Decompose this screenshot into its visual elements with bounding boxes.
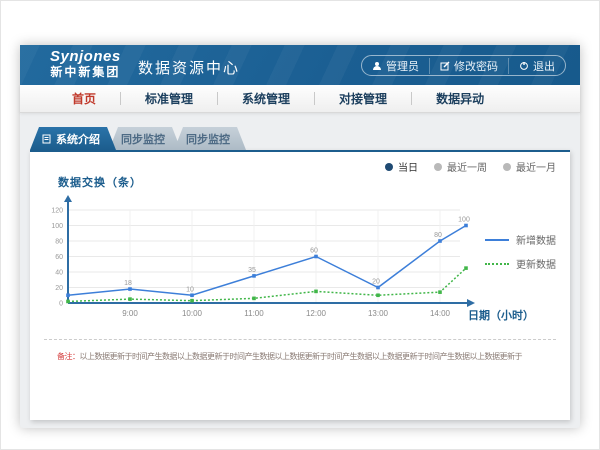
svg-text:12:00: 12:00 [306, 309, 327, 318]
radio-last-month-label: 最近一月 [516, 159, 556, 174]
tab-bar: 系统介绍 同步监控 同步监控 [30, 127, 246, 150]
nav-item-home[interactable]: 首页 [48, 90, 120, 107]
chart-legend: 新增数据 更新数据 [485, 232, 556, 271]
time-range-filter: 当日 最近一周 最近一月 [385, 159, 556, 174]
change-password-label: 修改密码 [454, 58, 498, 74]
radio-last-week-label: 最近一周 [447, 159, 487, 174]
svg-text:11:00: 11:00 [244, 309, 264, 318]
svg-text:9:00: 9:00 [122, 309, 138, 318]
svg-text:18: 18 [124, 280, 132, 287]
svg-text:120: 120 [51, 208, 63, 215]
y-axis-title: 数据交换（条） [58, 174, 142, 190]
svg-text:80: 80 [434, 232, 442, 239]
admin-user-label: 管理员 [386, 58, 419, 74]
svg-text:100: 100 [458, 217, 470, 224]
page-title: 数据资源中心 [138, 57, 240, 78]
nav-item-standard-management[interactable]: 标准管理 [121, 90, 217, 107]
user-menu: 管理员 修改密码 退出 [361, 55, 566, 76]
svg-text:14:00: 14:00 [430, 309, 451, 318]
radio-today-label: 当日 [398, 159, 418, 174]
tab-sync-monitor-2[interactable]: 同步监控 [174, 127, 246, 150]
radio-dot [434, 163, 442, 171]
app-window: Synjones 新中新集团 数据资源中心 管理员 修改密码 [20, 45, 580, 428]
edit-icon [440, 61, 450, 71]
header: Synjones 新中新集团 数据资源中心 管理员 修改密码 [20, 45, 580, 85]
svg-text:60: 60 [310, 248, 318, 255]
chart-container: 0 20 40 60 80 100 120 9:00 10:00 11:00 12:00 13:00 1… [48, 194, 480, 324]
radio-last-month[interactable]: 最近一月 [503, 159, 556, 174]
legend-updated-data-label: 更新数据 [516, 256, 556, 271]
legend-updated-data: 更新数据 [485, 256, 556, 271]
dotted-line-swatch [485, 263, 509, 265]
change-password-button[interactable]: 修改密码 [429, 58, 508, 74]
user-icon [372, 61, 382, 71]
chart-panel: 当日 最近一周 最近一月 数据交换（条） 0 20 40 60 80 100 120 9:00… [30, 150, 570, 420]
brand-company: 新中新集团 [50, 65, 121, 79]
dashed-divider [44, 339, 556, 340]
tab-system-intro[interactable]: 系统介绍 [30, 127, 116, 150]
power-icon [519, 61, 529, 71]
radio-dot [385, 163, 393, 171]
radio-today[interactable]: 当日 [385, 159, 418, 174]
radio-last-week[interactable]: 最近一周 [434, 159, 487, 174]
nav-item-system-management[interactable]: 系统管理 [218, 90, 314, 107]
tab-system-intro-label: 系统介绍 [56, 131, 100, 147]
content-area: 系统介绍 同步监控 同步监控 当日 最近一周 [20, 113, 580, 428]
footnote-text: 以上数据更新于时间产生数据以上数据更新于时间产生数据以上数据更新于时间产生数据以… [80, 352, 523, 361]
admin-user-button[interactable]: 管理员 [362, 58, 429, 74]
brand-name: Synjones [50, 49, 121, 65]
main-nav: 首页 标准管理 系统管理 对接管理 数据异动 [20, 85, 580, 113]
legend-new-data: 新增数据 [485, 232, 556, 247]
brand-logo: Synjones 新中新集团 [50, 49, 121, 79]
svg-text:80: 80 [55, 239, 63, 246]
nav-item-integration-management[interactable]: 对接管理 [315, 90, 411, 107]
tab-sync-monitor-2-label: 同步监控 [186, 131, 230, 147]
x-axis-title: 日期（小时） [468, 307, 534, 323]
document-icon [42, 134, 51, 144]
footnote: 备注：以上数据更新于时间产生数据以上数据更新于时间产生数据以上数据更新于时间产生… [57, 351, 554, 362]
svg-text:40: 40 [55, 270, 63, 277]
tab-sync-monitor-1[interactable]: 同步监控 [109, 127, 181, 150]
svg-text:35: 35 [248, 267, 256, 274]
logout-button[interactable]: 退出 [508, 58, 565, 74]
logout-label: 退出 [533, 58, 555, 74]
svg-text:13:00: 13:00 [368, 309, 389, 318]
svg-text:20: 20 [372, 279, 380, 286]
radio-dot [503, 163, 511, 171]
svg-text:10:00: 10:00 [182, 309, 203, 318]
footnote-prefix: 备注： [57, 352, 80, 361]
tab-sync-monitor-1-label: 同步监控 [121, 131, 165, 147]
legend-new-data-label: 新增数据 [516, 232, 556, 247]
svg-text:0: 0 [59, 301, 63, 308]
svg-text:60: 60 [55, 254, 63, 261]
solid-line-swatch [485, 239, 509, 241]
svg-text:100: 100 [51, 223, 63, 230]
line-chart: 0 20 40 60 80 100 120 9:00 10:00 11:00 12:00 13:00 1… [48, 194, 480, 324]
nav-item-data-change[interactable]: 数据异动 [412, 90, 508, 107]
svg-text:20: 20 [55, 285, 63, 292]
svg-text:10: 10 [186, 286, 194, 293]
